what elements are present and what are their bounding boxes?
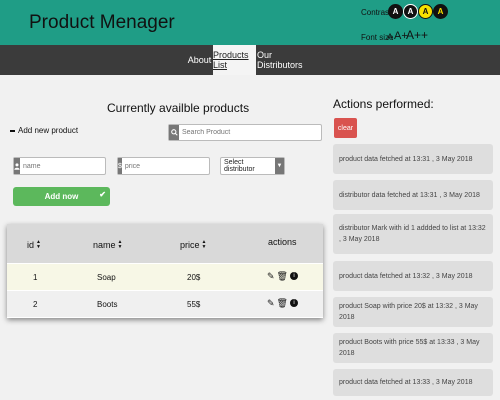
actions-heading: Actions performed: xyxy=(333,97,434,111)
log-item: product Soap with price 20$ at 13:32 , 3… xyxy=(333,297,493,327)
cell-name: Soap xyxy=(97,273,116,282)
sort-icon[interactable]: ▲ ▼ xyxy=(202,240,207,250)
add-now-button[interactable]: Add now ✔ xyxy=(13,187,110,206)
info-icon[interactable]: i xyxy=(289,272,298,280)
font-size-normal-button[interactable]: A xyxy=(387,32,393,42)
delete-icon[interactable]: 🗑 xyxy=(277,271,288,282)
log-item: product data fetched at 13:31 , 3 May 20… xyxy=(333,144,493,174)
price-input[interactable] xyxy=(121,158,216,174)
minus-icon xyxy=(10,129,15,132)
column-price-label: price xyxy=(180,240,200,250)
products-heading: Currently availble products xyxy=(107,101,250,115)
cell-id: 2 xyxy=(33,300,38,309)
column-name-label: name xyxy=(93,240,116,250)
column-header-actions: actions xyxy=(268,237,297,247)
caret-down-icon: ▼ xyxy=(275,158,284,174)
add-new-product-toggle[interactable]: Add new product xyxy=(10,126,78,135)
info-icon[interactable]: i xyxy=(289,299,298,307)
edit-icon[interactable]: ✎ xyxy=(267,298,275,309)
add-now-label: Add now xyxy=(44,192,79,201)
column-header-name[interactable]: name ▲ ▼ xyxy=(93,240,123,251)
delete-icon[interactable]: 🗑 xyxy=(277,298,288,309)
price-field-wrapper: $ xyxy=(117,157,216,175)
add-new-product-label: Add new product xyxy=(18,126,79,135)
log-item: distributor data fetched at 13:31 , 3 Ma… xyxy=(333,180,493,210)
log-item: product Boots with price 55$ at 13:33 , … xyxy=(333,333,493,363)
contrast-dark-button[interactable]: A xyxy=(403,4,418,19)
column-id-label: id xyxy=(27,240,35,250)
nav-our-distributors[interactable]: Our Distributors xyxy=(257,45,309,75)
search-input[interactable] xyxy=(179,125,321,140)
row-actions: ✎ 🗑 i xyxy=(267,298,298,309)
contrast-default-button[interactable]: A xyxy=(388,4,403,19)
sort-icon[interactable]: ▲ ▼ xyxy=(118,240,123,250)
products-table: id ▲ ▼ name ▲ ▼ price ▲ ▼ actions 1 Soap 20… xyxy=(7,224,323,318)
cell-name: Boots xyxy=(97,300,118,309)
search-icon[interactable] xyxy=(169,125,179,140)
font-size-xlarge-button[interactable]: A++ xyxy=(406,28,428,42)
contrast-black-yellow-button[interactable]: A xyxy=(433,4,448,19)
app-title: Product Menager xyxy=(29,12,175,33)
name-input[interactable] xyxy=(20,158,114,174)
log-item: product data fetched at 13:33 , 3 May 20… xyxy=(333,369,493,396)
search-box xyxy=(168,124,322,141)
contrast-label: Contrast xyxy=(361,8,392,17)
sort-icon[interactable]: ▲ ▼ xyxy=(36,240,41,250)
cell-price: 55$ xyxy=(187,300,201,309)
cell-price: 20$ xyxy=(187,273,201,282)
table-row: 2 Boots 55$ ✎ 🗑 i xyxy=(7,291,323,317)
app-header: Product Menager Contrast A A A A Font si… xyxy=(0,0,500,45)
distributor-select[interactable]: Select distributor ▼ xyxy=(220,157,285,175)
column-actions-label: actions xyxy=(268,237,297,247)
name-field-wrapper xyxy=(13,157,114,175)
row-actions: ✎ 🗑 i xyxy=(267,271,298,282)
table-row: 1 Soap 20$ ✎ 🗑 i xyxy=(7,264,323,290)
distributor-select-value: Select distributor xyxy=(224,159,255,173)
nav-about[interactable]: About xyxy=(186,45,213,75)
cell-id: 1 xyxy=(33,273,38,282)
clear-log-button[interactable]: clear xyxy=(334,118,357,138)
column-header-id[interactable]: id ▲ ▼ xyxy=(27,240,41,251)
check-icon: ✔ xyxy=(99,190,106,199)
main-nav: About Products List Our Distributors xyxy=(0,45,500,75)
log-item: product data fetched at 13:32 , 3 May 20… xyxy=(333,261,493,291)
contrast-yellow-button[interactable]: A xyxy=(418,4,433,19)
column-header-price[interactable]: price ▲ ▼ xyxy=(180,240,207,251)
edit-icon[interactable]: ✎ xyxy=(267,271,275,282)
table-header: id ▲ ▼ name ▲ ▼ price ▲ ▼ actions xyxy=(7,224,323,263)
log-item: distributor Mark with id 1 addded to lis… xyxy=(333,214,493,254)
nav-products-list[interactable]: Products List xyxy=(213,45,256,75)
